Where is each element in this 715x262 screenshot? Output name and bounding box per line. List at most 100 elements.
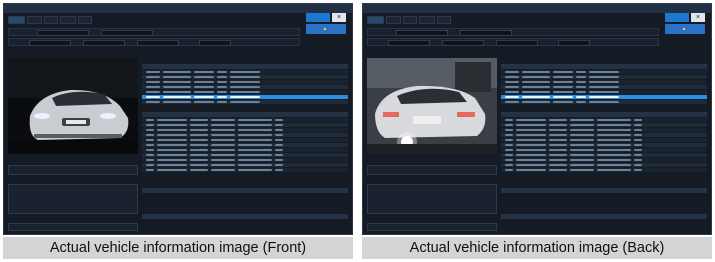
table-row[interactable] [142,128,348,132]
alarm-button[interactable]: ▲ [306,24,346,34]
info-section-label [8,158,138,165]
table-row[interactable] [142,133,348,137]
info-section-label [367,158,497,165]
table-row[interactable] [501,75,707,79]
warning-icon: ▲ [322,26,328,32]
window-titlebar [363,4,711,13]
date-start-field[interactable] [396,30,448,36]
table-row[interactable] [142,100,348,104]
table-row-selected[interactable] [142,95,348,99]
tab-2[interactable] [26,16,42,24]
info-row [8,165,138,175]
info-section-label [367,216,497,223]
table-row[interactable] [142,118,348,122]
table-row[interactable] [501,85,707,89]
search-field[interactable] [558,40,590,46]
caption-back: Actual vehicle information image (Back) [362,237,712,259]
vehicle-front-image [8,58,138,154]
date-end-field[interactable] [101,30,153,36]
filter-field-1[interactable] [388,40,430,46]
close-button[interactable]: × [691,13,705,22]
table-row[interactable] [501,148,707,152]
table-row[interactable] [501,168,707,172]
table-header [142,188,348,193]
event-list-table [501,106,707,173]
app-logo [306,13,330,22]
info-row [8,223,138,231]
table-row[interactable] [501,80,707,84]
table-row[interactable] [142,80,348,84]
table-row[interactable] [142,158,348,162]
table-row[interactable] [501,158,707,162]
table-row[interactable] [501,70,707,74]
table-row[interactable] [501,90,707,94]
table-row[interactable] [142,168,348,172]
table-header [501,112,707,117]
table-row[interactable] [142,90,348,94]
table-row[interactable] [142,138,348,142]
table-row[interactable] [501,118,707,122]
date-start-field[interactable] [37,30,89,36]
table-row[interactable] [142,153,348,157]
table-row[interactable] [501,143,707,147]
sub-table-1 [142,182,348,194]
table-row[interactable] [501,133,707,137]
sub-table-2 [142,208,348,220]
table-row[interactable] [142,148,348,152]
filter-row-2 [8,38,300,46]
tab-1[interactable] [8,16,25,24]
table-row[interactable] [142,70,348,74]
tab-bar [367,16,451,24]
table-header [501,188,707,193]
table-header [501,214,707,219]
info-row [367,223,497,231]
table-header [142,112,348,117]
tab-2[interactable] [385,16,401,24]
vehicle-info-panel [8,158,138,232]
table-row[interactable] [142,85,348,89]
info-section-label [367,177,497,184]
table-header [501,64,707,69]
table-row[interactable] [501,163,707,167]
app-window-back: × ▲ [362,3,712,235]
table-row[interactable] [501,153,707,157]
event-list-table [142,106,348,173]
warning-icon: ▲ [681,26,687,32]
table-row-selected[interactable] [501,95,707,99]
filter-field-1[interactable] [29,40,71,46]
info-row [367,165,497,175]
table-row[interactable] [142,75,348,79]
tab-4[interactable] [60,16,77,24]
table-row[interactable] [501,128,707,132]
tab-1[interactable] [367,16,384,24]
table-row[interactable] [142,163,348,167]
filter-field-3[interactable] [496,40,538,46]
tab-3[interactable] [402,16,418,24]
table-row[interactable] [501,100,707,104]
table-row[interactable] [142,123,348,127]
tab-5[interactable] [78,16,92,24]
filter-field-3[interactable] [137,40,179,46]
info-detail-box [367,184,497,214]
filter-field-2[interactable] [442,40,484,46]
result-tables [142,58,348,232]
table-row[interactable] [142,143,348,147]
alarm-button[interactable]: ▲ [665,24,705,34]
window-titlebar [4,4,352,13]
tab-3[interactable] [43,16,59,24]
filter-field-2[interactable] [83,40,125,46]
table-row[interactable] [501,138,707,142]
search-field[interactable] [199,40,231,46]
close-icon: × [695,14,701,21]
close-button[interactable]: × [332,13,346,22]
vehicle-list-table [501,58,707,105]
camera-view [8,58,138,154]
table-header [142,64,348,69]
table-row[interactable] [501,123,707,127]
result-tables [501,58,707,232]
tab-4[interactable] [419,16,436,24]
vehicle-info-panel [367,158,497,232]
date-end-field[interactable] [460,30,512,36]
tab-5[interactable] [437,16,451,24]
camera-view [367,58,497,154]
